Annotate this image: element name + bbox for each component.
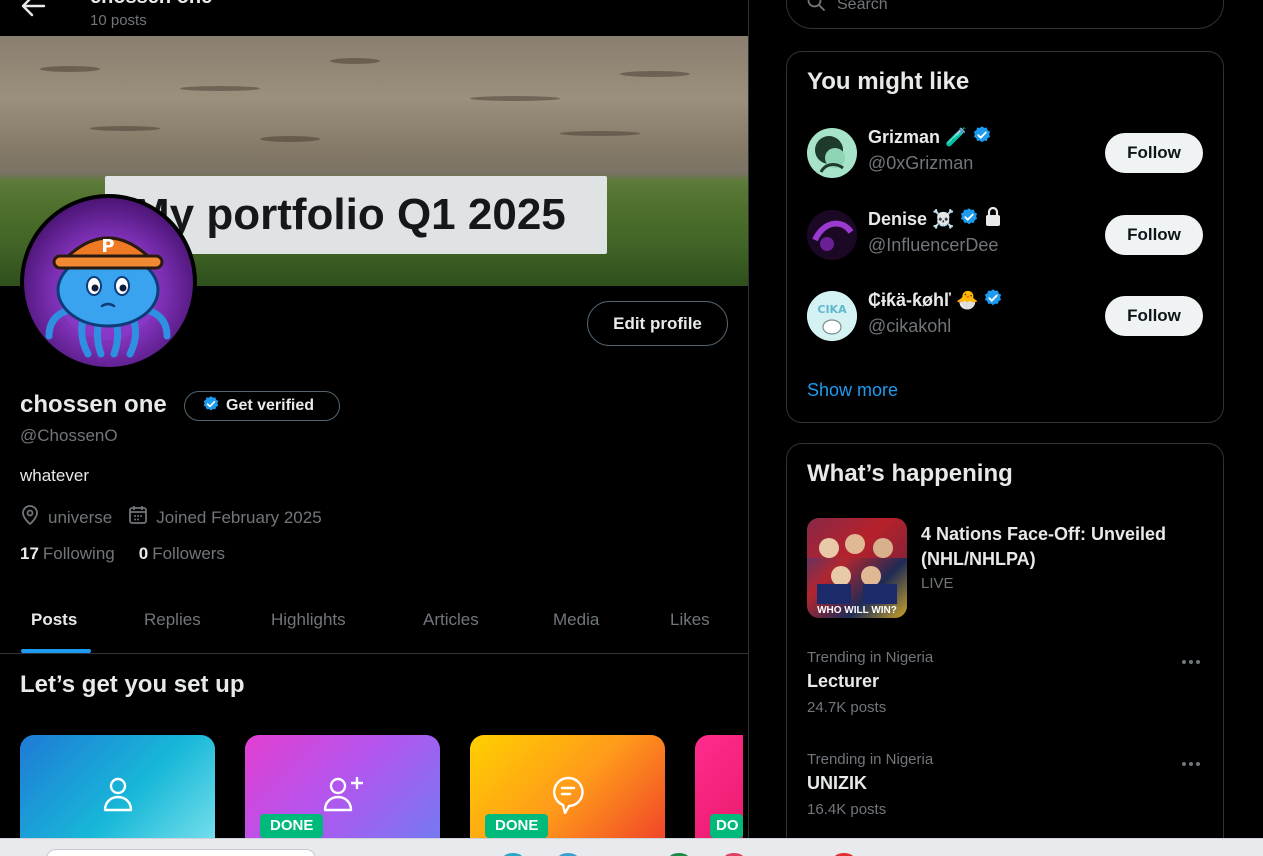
tab-posts[interactable]: Posts	[31, 610, 77, 630]
followers-count: 0	[138, 544, 149, 563]
avatar[interactable]: P	[20, 194, 197, 371]
follow-stats: 17 Following 0 Followers	[20, 544, 225, 564]
avatar	[807, 128, 857, 178]
followers-label: Followers	[152, 544, 225, 563]
suggestion-handle: @0xGrizman	[868, 153, 974, 173]
follow-button[interactable]: Follow	[1105, 296, 1203, 336]
done-badge: DONE	[485, 814, 549, 838]
done-badge: DONE	[260, 814, 324, 838]
trend-count: 16.4K posts	[807, 801, 887, 818]
get-verified-label: Get verified	[226, 397, 315, 414]
trend-item[interactable]: Trending in Nigeria Lecturer 24.7K posts	[807, 649, 1203, 729]
suggestion-name: Denise	[868, 209, 928, 229]
skull-emoji: ☠️	[932, 209, 955, 229]
suggestion-name: ₵ɨƙä-ƙøhľ	[868, 290, 951, 310]
location-text: universe	[48, 507, 113, 527]
person-icon	[101, 775, 135, 818]
trend-context: Trending in Nigeria	[807, 751, 934, 768]
follow-button[interactable]: Follow	[1105, 215, 1203, 255]
more-options-icon[interactable]	[1181, 649, 1201, 670]
tab-highlights[interactable]: Highlights	[271, 610, 346, 630]
verified-badge-icon	[972, 125, 992, 150]
suggestion-name: Grizman	[868, 127, 941, 147]
done-badge: DO	[710, 814, 743, 838]
location-pin-icon	[20, 504, 40, 531]
suggestion-item[interactable]: Grizman 🧪 @0xGrizman Follow	[807, 125, 1203, 180]
followers-link[interactable]: 0 Followers	[139, 544, 225, 564]
news-status: LIVE	[921, 575, 954, 592]
avatar: CIKA	[807, 291, 857, 341]
setup-card-partial[interactable]: DO	[695, 735, 743, 838]
trend-count: 24.7K posts	[807, 699, 887, 716]
header-title: chossen one	[90, 0, 212, 9]
suggestion-name-row: Denise ☠️	[868, 206, 1002, 232]
calendar-icon	[128, 505, 148, 530]
verified-badge-icon	[202, 395, 220, 418]
profile-tabs: Posts Replies Highlights Articles Media …	[0, 590, 748, 654]
tab-media[interactable]: Media	[553, 610, 599, 630]
more-options-icon[interactable]	[1181, 751, 1201, 772]
avatar	[807, 210, 857, 260]
suggestion-name-row: ₵ɨƙä-ƙøhľ 🐣	[868, 288, 1003, 313]
suggestion-name-row: Grizman 🧪	[868, 125, 992, 150]
profile-bio: whatever	[20, 466, 89, 485]
chat-bubble-icon	[551, 775, 585, 820]
news-title[interactable]: 4 Nations Face-Off: Unveiled (NHL/NHLPA)	[921, 522, 1201, 572]
follow-button[interactable]: Follow	[1105, 133, 1203, 173]
header-post-count: 10 posts	[90, 12, 147, 29]
taskbar-search-box[interactable]	[46, 849, 316, 856]
profile-display-name: chossen one	[20, 391, 167, 418]
profile-header-bar: chossen one 10 posts	[0, 0, 748, 36]
following-count: 17	[20, 544, 39, 563]
trend-context: Trending in Nigeria	[807, 649, 934, 666]
search-icon	[807, 0, 825, 16]
profile-location: universe	[20, 504, 112, 531]
profile-handle: @ChossenO	[20, 426, 118, 445]
trend-name: UNIZIK	[807, 773, 867, 793]
verified-badge-icon	[959, 207, 979, 232]
profile-joined: Joined February 2025	[128, 505, 322, 530]
get-verified-button[interactable]: Get verified	[184, 391, 340, 421]
lock-icon	[984, 206, 1002, 232]
whats-happening-title: What’s happening	[807, 460, 1013, 487]
profile-meta: universe Joined February 2025	[20, 504, 338, 531]
joined-text: Joined February 2025	[156, 507, 322, 527]
back-arrow-icon[interactable]	[20, 0, 46, 18]
person-add-icon	[321, 775, 365, 818]
profile-column: chossen one 10 posts My portfolio Q1 202…	[0, 0, 749, 838]
svg-text:P: P	[101, 236, 114, 257]
svg-text:CIKA: CIKA	[817, 303, 847, 316]
tab-replies[interactable]: Replies	[144, 610, 201, 630]
suggestion-handle: @InfluencerDee	[868, 235, 999, 255]
whats-happening-panel: What’s happening WHO WILL WIN? 4 Nations…	[786, 443, 1224, 856]
test-tube-emoji: 🧪	[945, 127, 968, 147]
chick-emoji: 🐣	[955, 290, 979, 310]
tab-articles[interactable]: Articles	[423, 610, 479, 630]
active-tab-indicator	[21, 649, 91, 653]
you-might-like-panel: You might like Grizman 🧪 @0xGrizman Foll…	[786, 51, 1224, 423]
show-more-link[interactable]: Show more	[807, 380, 898, 401]
setup-title: Let’s get you set up	[20, 671, 245, 698]
you-might-like-title: You might like	[807, 68, 970, 95]
news-thumbnail-caption: WHO WILL WIN?	[817, 605, 897, 616]
trend-item[interactable]: Trending in Nigeria UNIZIK 16.4K posts	[807, 751, 1203, 831]
verified-badge-icon	[983, 288, 1003, 313]
edit-profile-button[interactable]: Edit profile	[587, 301, 728, 346]
setup-card-follow[interactable]: DONE	[245, 735, 440, 838]
setup-card-profile[interactable]	[20, 735, 215, 838]
tab-likes[interactable]: Likes	[670, 610, 710, 630]
trend-name: Lecturer	[807, 671, 880, 691]
suggestion-item[interactable]: CIKA ₵ɨƙä-ƙøhľ 🐣 @cikakohl Follow	[807, 288, 1203, 343]
search-input[interactable]: Search	[786, 0, 1224, 29]
following-link[interactable]: 17 Following	[20, 544, 115, 564]
following-label: Following	[42, 544, 115, 563]
news-thumbnail[interactable]: WHO WILL WIN?	[807, 518, 907, 618]
suggestion-handle: @cikakohl	[868, 316, 952, 336]
os-taskbar	[0, 838, 1263, 856]
setup-card-post[interactable]: DONE	[470, 735, 665, 838]
search-placeholder: Search	[837, 0, 888, 13]
suggestion-item[interactable]: Denise ☠️ @InfluencerDee Follow	[807, 206, 1203, 262]
